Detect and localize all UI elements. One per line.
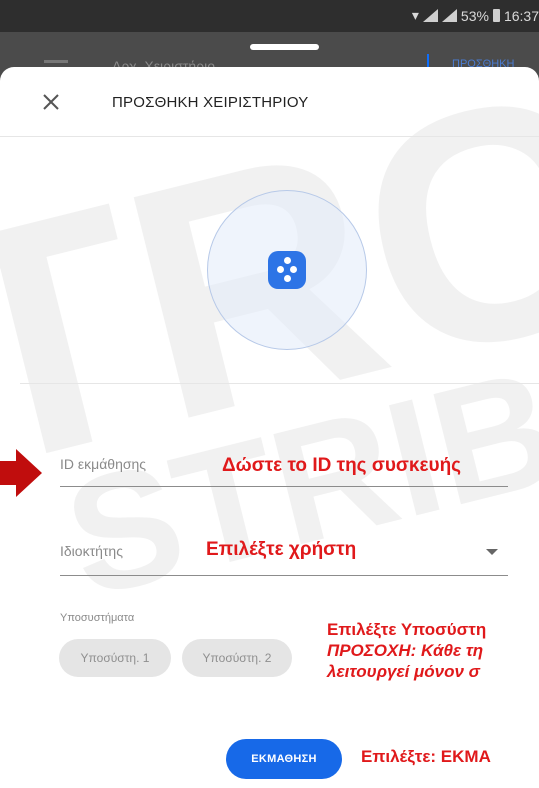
- sheet-drag-handle[interactable]: [250, 44, 319, 50]
- annotation-learn-hint: Επιλέξτε: ΕΚΜΑ: [361, 747, 491, 766]
- dropdown-arrow-icon: [486, 549, 498, 555]
- learn-button[interactable]: ΕΚΜΑΘΗΣΗ: [226, 739, 342, 779]
- status-icons: ▾ 53% 16:37: [412, 7, 539, 24]
- illustration-divider: [20, 383, 539, 384]
- close-icon: [43, 94, 59, 110]
- device-illustration: [207, 190, 367, 350]
- remote-control-icon: [268, 251, 306, 289]
- annotation-subsystem-hint: Επιλέξτε Υποσύστη ΠΡΟΣΟΧΗ: Κάθε τη λειτο…: [327, 619, 486, 682]
- owner-label: Ιδιοκτήτης: [60, 543, 123, 559]
- signal-icon-2: [441, 9, 457, 22]
- annotation-subsystem-line2: ΠΡΟΣΟΧΗ: Κάθε τη: [327, 641, 484, 660]
- wifi-icon: ▾: [411, 7, 419, 23]
- subsystem-chip-2[interactable]: Υποσύστη. 2: [182, 639, 292, 677]
- add-remote-sheet: TRC STRIBU ΠΡΟΣΘΗΚΗ ΧΕΙΡΙΣΤΗΡΙΟΥ ID εκμά…: [0, 67, 539, 788]
- annotation-owner-hint: Επιλέξτε χρήστη: [206, 539, 357, 560]
- annotation-subsystem-line1: Επιλέξτε Υποσύστη: [327, 620, 487, 639]
- subsystem-chip-1[interactable]: Υποσύστη. 1: [59, 639, 171, 677]
- header-divider: [0, 136, 539, 137]
- battery-icon: [492, 9, 500, 22]
- annotation-subsystem-line3: λειτουργεί μόνον σ: [327, 662, 480, 681]
- sheet-title: ΠΡΟΣΘΗΚΗ ΧΕΙΡΙΣΤΗΡΙΟΥ: [112, 94, 309, 111]
- status-bar: ▾ 53% 16:37: [0, 0, 539, 32]
- clock: 16:37: [503, 7, 539, 24]
- close-button[interactable]: [38, 89, 64, 115]
- menu-icon: [44, 60, 68, 63]
- subsystems-label: Υποσυστήματα: [60, 612, 135, 624]
- annotation-id-hint: Δώστε το ID της συσκευής: [222, 455, 462, 476]
- callout-arrow-icon: [0, 449, 42, 497]
- battery-percent: 53%: [460, 7, 489, 24]
- signal-icon: [422, 9, 438, 22]
- learn-id-label: ID εκμάθησης: [60, 456, 147, 472]
